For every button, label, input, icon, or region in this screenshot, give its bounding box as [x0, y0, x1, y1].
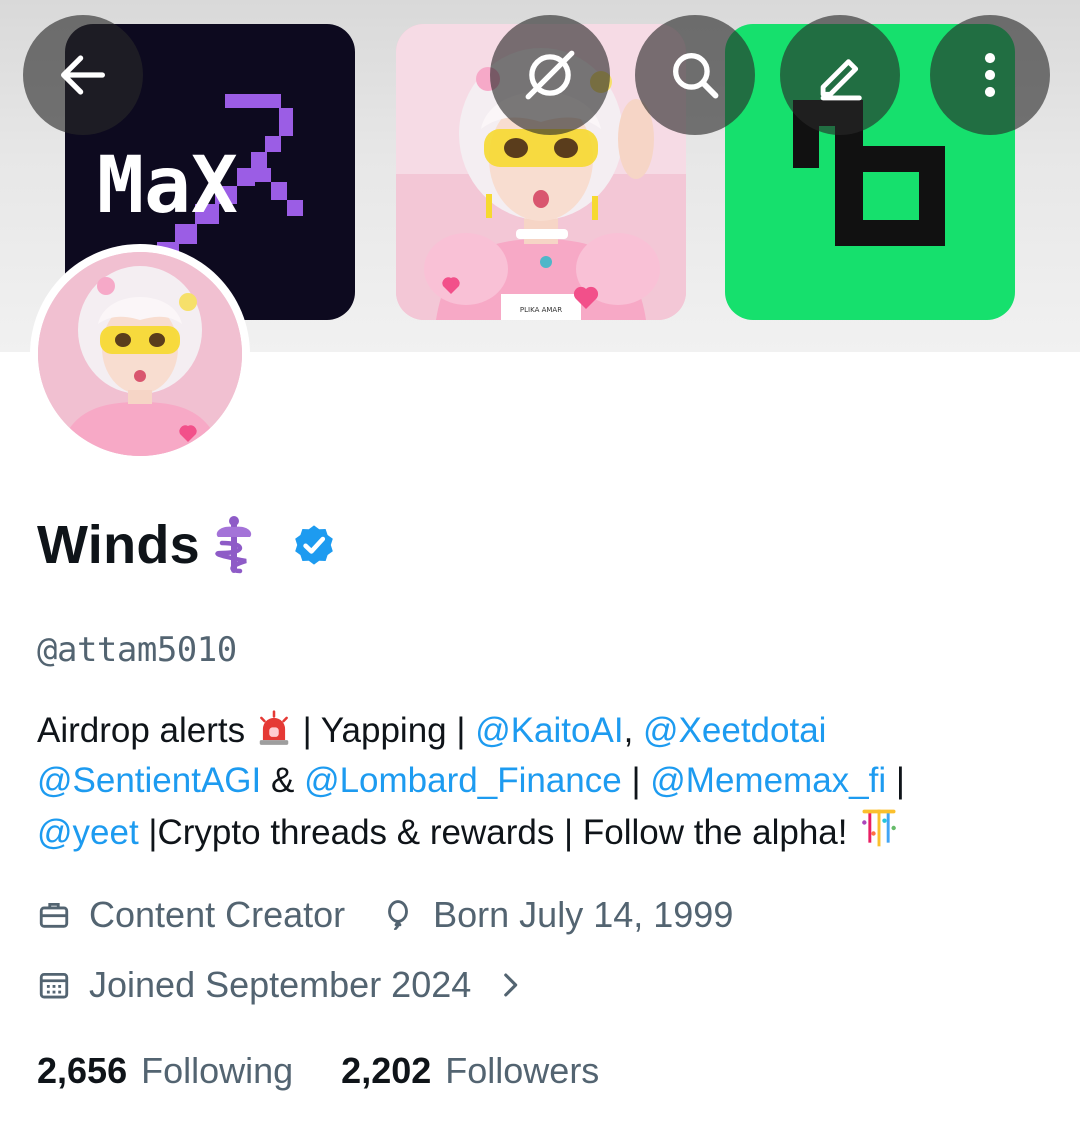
mention-link[interactable]: @Mememax_fi	[650, 761, 886, 800]
profession-label: Content Creator	[89, 894, 346, 935]
mention-link[interactable]: @yeet	[37, 813, 139, 852]
display-name-row: Winds	[37, 514, 338, 576]
caduceus-emoji-icon	[215, 516, 252, 574]
search-icon	[673, 53, 719, 99]
mention-link[interactable]: @SentientAGI	[37, 761, 261, 800]
profile-avatar[interactable]	[30, 244, 250, 464]
following-count: 2,656	[37, 1050, 128, 1091]
bio-text: &	[261, 761, 305, 800]
more-vertical-icon	[984, 53, 996, 97]
profile-bio: Airdrop alerts | Yapping | @KaitoAI, @Xe…	[37, 706, 1047, 858]
svg-text:MaX: MaX	[97, 141, 238, 231]
following-label: Following	[141, 1050, 294, 1091]
profile-meta-row: Content Creator Born July 14, 1999	[37, 894, 733, 936]
username-handle: @attam5010	[37, 630, 237, 670]
bio-text: |Crypto threads & rewards | Follow the a…	[138, 813, 858, 852]
mention-link[interactable]: @Xeetdotai	[643, 711, 826, 750]
avatar-image	[38, 252, 242, 456]
briefcase-icon	[39, 902, 69, 928]
back-arrow-icon	[61, 55, 105, 95]
pencil-icon	[820, 59, 862, 101]
joined-row[interactable]: Joined September 2024	[37, 964, 527, 1006]
display-name: Winds	[37, 515, 200, 575]
follow-stats: 2,656 Following 2,202 Followers	[37, 1050, 599, 1092]
mention-link[interactable]: @KaitoAI	[475, 711, 623, 750]
bio-text: ,	[623, 711, 644, 750]
following-stat[interactable]: 2,656 Following	[37, 1050, 293, 1092]
followers-stat[interactable]: 2,202 Followers	[341, 1050, 599, 1092]
joined-label: Joined September 2024	[89, 964, 472, 1005]
back-button[interactable]	[23, 15, 143, 135]
bio-text: |	[886, 761, 905, 800]
confetti-emoji-icon	[862, 809, 897, 847]
siren-emoji-icon	[259, 710, 289, 745]
profile-screen: MaX PLIKA AMAR Winds @attam5010 Airdrop …	[0, 0, 1080, 1140]
bio-text: Airdrop alerts	[37, 711, 255, 750]
mention-link[interactable]: @Lombard_Finance	[304, 761, 622, 800]
chevron-right-icon[interactable]	[493, 968, 527, 1002]
compose-button[interactable]	[780, 15, 900, 135]
birthday-label: Born July 14, 1999	[433, 894, 734, 935]
followers-count: 2,202	[341, 1050, 432, 1091]
verified-badge-icon[interactable]	[290, 521, 338, 569]
search-button[interactable]	[635, 15, 755, 135]
bio-text: | Yapping |	[292, 711, 476, 750]
svg-text:PLIKA AMAR: PLIKA AMAR	[520, 306, 562, 314]
bio-text: |	[621, 761, 651, 800]
grok-button[interactable]	[490, 15, 610, 135]
balloon-icon	[388, 900, 409, 931]
calendar-icon	[39, 972, 69, 999]
more-options-button[interactable]	[930, 15, 1050, 135]
grok-icon	[525, 50, 575, 100]
followers-label: Followers	[445, 1050, 600, 1091]
